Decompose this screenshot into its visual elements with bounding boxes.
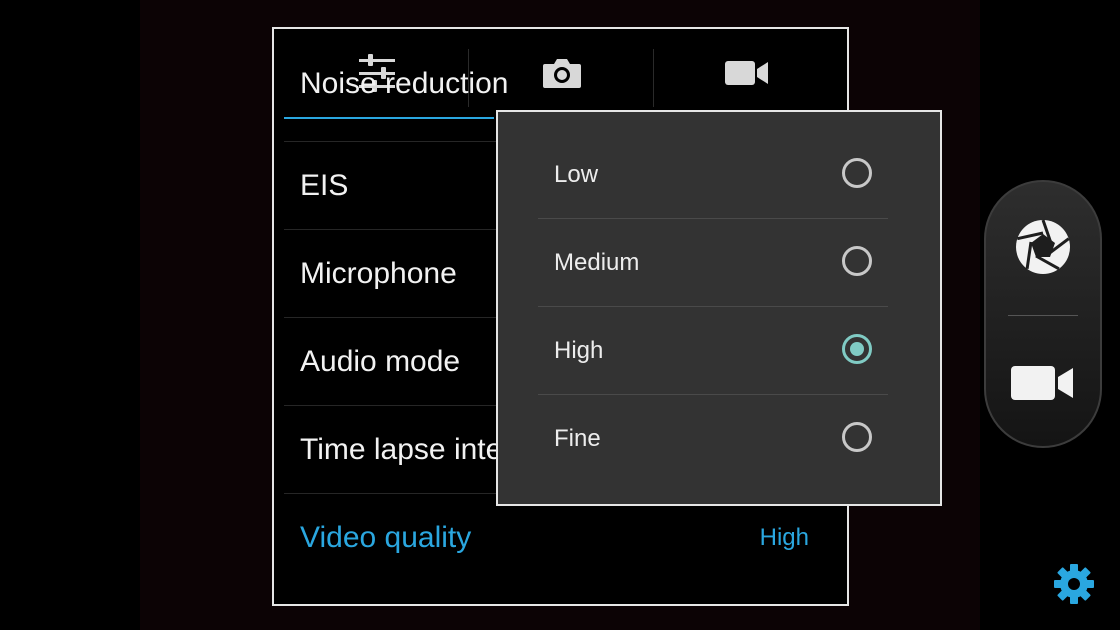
mode-divider (1008, 315, 1078, 316)
option-label: Medium (554, 249, 640, 276)
radio-button[interactable] (842, 246, 872, 276)
mode-switcher (984, 180, 1102, 448)
option-label: High (554, 337, 604, 364)
radio-button-checked[interactable] (842, 334, 872, 364)
setting-value: High (759, 524, 809, 551)
option-label: Fine (554, 425, 601, 452)
shutter-icon (1016, 219, 1070, 274)
camera-icon (542, 59, 581, 88)
setting-label: Noise reduction (300, 67, 509, 100)
radio-button[interactable] (842, 422, 872, 452)
settings-gear-button[interactable] (1052, 562, 1096, 606)
setting-label: Audio mode (300, 345, 461, 378)
video-camera-icon (724, 61, 768, 85)
video-quality-dialog: Low Medium High Fine (496, 110, 942, 506)
video-mode-button[interactable] (986, 318, 1100, 448)
setting-label: Video quality (300, 521, 472, 554)
setting-row-video-quality[interactable]: Video quality High (284, 494, 837, 582)
setting-label: EIS (300, 169, 349, 202)
option-low[interactable]: Low (538, 131, 888, 219)
video-camera-icon (1011, 366, 1073, 400)
photo-mode-button[interactable] (986, 182, 1100, 312)
setting-label: Microphone (300, 257, 457, 290)
radio-button[interactable] (842, 158, 872, 188)
option-medium[interactable]: Medium (538, 219, 888, 307)
gear-icon (1054, 564, 1094, 604)
option-fine[interactable]: Fine (538, 395, 888, 483)
option-high[interactable]: High (538, 307, 888, 395)
option-label: Low (554, 161, 599, 188)
